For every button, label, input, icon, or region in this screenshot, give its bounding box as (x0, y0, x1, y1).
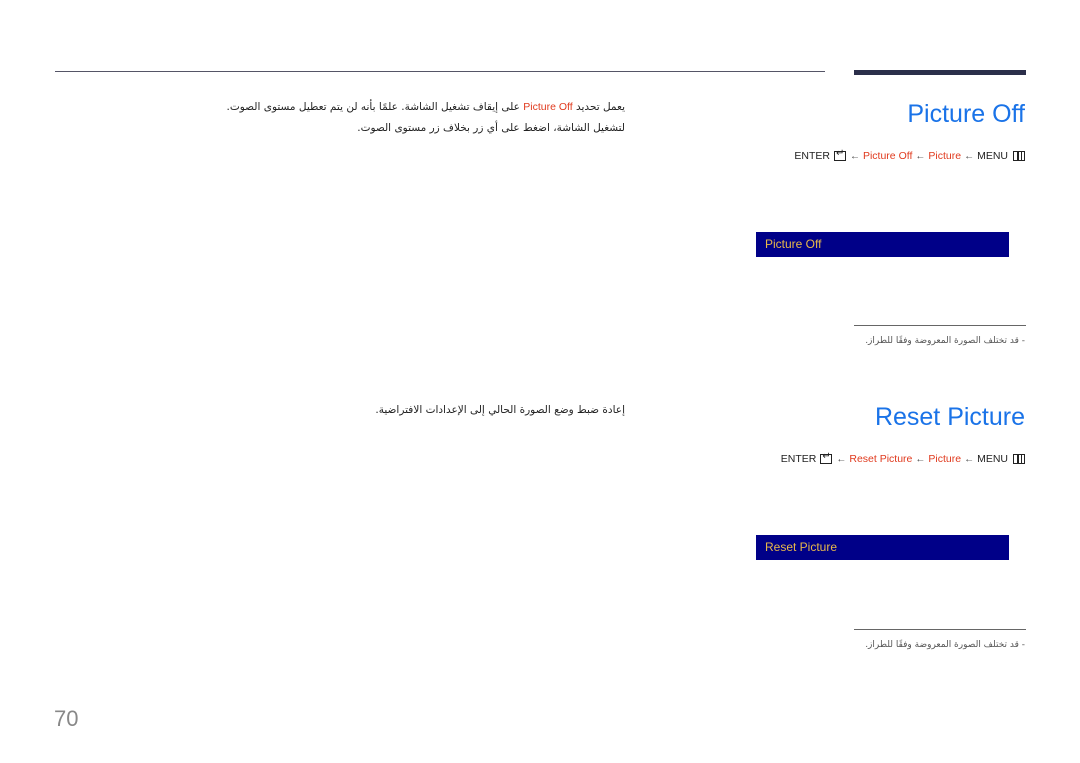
description-reset-picture: إعادة ضبط وضع الصورة الحالي إلى الإعدادا… (375, 400, 625, 421)
description-line: لتشغيل الشاشة، اضغط على أي زر بخلاف زر م… (357, 122, 625, 134)
enter-icon (833, 148, 846, 161)
arrow-left-icon: ← (849, 150, 860, 162)
menu-icon (1013, 454, 1025, 464)
enter-label: ENTER (794, 150, 830, 162)
path-menu: Picture (928, 150, 962, 162)
menu-path-reset-picture: ENTER ← Reset Picture ← Picture ← MENU (780, 451, 1025, 465)
menu-label: MENU (977, 150, 1008, 162)
note-rule (854, 629, 1026, 630)
enter-label: ENTER (780, 453, 817, 465)
arrow-left-icon: ← (964, 150, 975, 162)
enter-icon (820, 451, 833, 464)
menu-path-picture-off: ENTER ← Picture Off ← Picture ← MENU (794, 148, 1025, 162)
model-note: - قد تختلف الصورة المعروضة وفقًا للطراز. (865, 640, 1025, 650)
path-item: Picture Off (862, 150, 913, 162)
description-picture-off: يعمل تحديد Picture Off على إيقاف تشغيل ا… (227, 97, 625, 139)
arrow-left-icon: ← (915, 453, 926, 465)
model-note: - قد تختلف الصورة المعروضة وفقًا للطراز. (865, 336, 1025, 346)
text-span: يعمل تحديد (572, 101, 625, 113)
page-number: 70 (54, 706, 79, 731)
section-title-picture-off: Picture Off (907, 100, 1025, 128)
header-accent-bar (854, 70, 1026, 75)
description-line: إعادة ضبط وضع الصورة الحالي إلى الإعدادا… (375, 404, 625, 416)
section-title-reset-picture: Reset Picture (874, 403, 1025, 431)
path-item: Reset Picture (849, 453, 913, 465)
path-menu: Picture (928, 453, 962, 465)
arrow-left-icon: ← (915, 150, 926, 162)
highlight-term: Picture Off (523, 101, 573, 113)
description-line: يعمل تحديد Picture Off على إيقاف تشغيل ا… (227, 97, 625, 118)
osd-screen-reset-picture: Reset Picture (756, 535, 1009, 560)
menu-label: MENU (977, 453, 1008, 465)
note-rule (854, 325, 1026, 326)
header-rule (55, 71, 825, 72)
osd-screen-picture-off: Picture Off (756, 232, 1009, 257)
arrow-left-icon: ← (836, 453, 847, 465)
text-span: على إيقاف تشغيل الشاشة. علمًا بأنه لن يت… (226, 101, 524, 113)
arrow-left-icon: ← (964, 453, 975, 465)
menu-icon (1013, 151, 1025, 161)
